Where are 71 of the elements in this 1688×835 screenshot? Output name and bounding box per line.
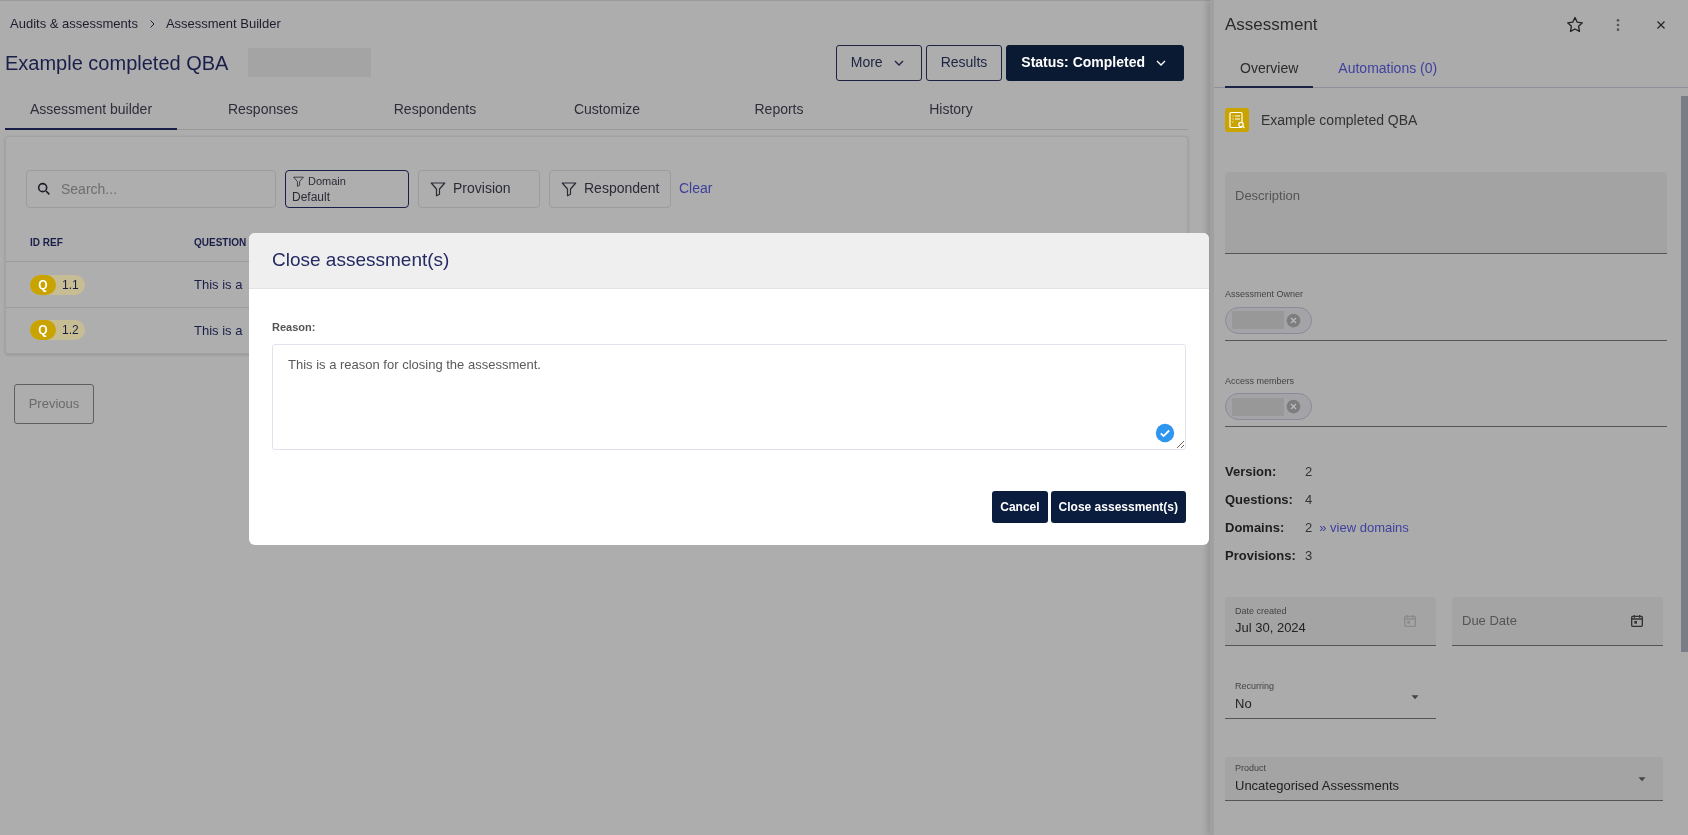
breadcrumb-link[interactable]: Assessment Builder — [165, 13, 281, 34]
remove-icon[interactable] — [1286, 312, 1301, 328]
field-label: Date created — [1235, 604, 1288, 618]
field-label: Reason: — [272, 320, 317, 335]
field-value: Jul 30, 2024 — [1235, 619, 1306, 637]
table-cell-text: This is a — [194, 321, 243, 340]
tab[interactable]: Automations (0) — [1323, 50, 1453, 88]
stat-label: Questions: — [1225, 491, 1294, 510]
member-chip[interactable] — [1225, 393, 1312, 420]
assessment-icon — [1225, 108, 1249, 132]
field-value: No — [1235, 694, 1253, 713]
redacted-block — [1232, 397, 1284, 416]
question-type-badge: Q — [30, 274, 56, 295]
results-button[interactable]: Results — [925, 44, 1003, 81]
filter-icon — [429, 179, 447, 198]
remove-icon[interactable] — [1286, 399, 1301, 414]
filter-button[interactable]: Respondent — [549, 169, 671, 208]
star-icon[interactable] — [1565, 15, 1585, 35]
filter-button[interactable]: Provision — [418, 169, 540, 208]
id-ref: 1.2 — [61, 322, 80, 340]
date-field[interactable]: Date created Jul 30, 2024 — [1225, 597, 1436, 646]
tab[interactable]: Responses — [177, 90, 349, 130]
filter-label: Domain — [308, 174, 346, 190]
clear-link[interactable]: Clear — [679, 178, 713, 199]
close-assessment-button[interactable]: Close assessment(s) — [1050, 490, 1186, 523]
filter-icon — [560, 179, 578, 198]
question-type-badge: Q — [30, 320, 56, 341]
panel-title: Assessment — [1225, 14, 1318, 37]
more-button[interactable]: More — [835, 44, 922, 81]
scrollbar[interactable] — [1681, 96, 1688, 652]
field-value: Uncategorised Assessments — [1235, 776, 1400, 795]
stat-label: Provisions: — [1225, 547, 1297, 566]
column-header: QUESTION — [194, 235, 247, 250]
member-chip[interactable] — [1225, 306, 1312, 334]
page-title: Example completed QBA — [5, 50, 229, 76]
calendar-icon[interactable] — [1629, 613, 1645, 629]
field-label: Product — [1235, 762, 1268, 775]
redacted-block — [1232, 311, 1284, 329]
field-label: Access members — [1225, 374, 1296, 388]
filter-value: Default — [292, 189, 331, 204]
status-button[interactable]: Status: Completed — [1006, 44, 1184, 81]
field-label: Recurring — [1235, 680, 1274, 693]
stat-value: 4 — [1305, 491, 1313, 510]
select-field[interactable]: Recurring No — [1225, 675, 1436, 719]
stat-value: 3 — [1305, 547, 1313, 566]
search-icon — [36, 180, 52, 197]
modal-title: Close assessment(s) — [272, 248, 450, 273]
cancel-button[interactable]: Cancel — [992, 490, 1048, 523]
tab[interactable]: Overview — [1225, 50, 1314, 88]
column-header: ID REF — [29, 235, 64, 250]
field-label: Assessment Owner — [1225, 288, 1305, 301]
tab[interactable]: Assessment builder — [5, 90, 177, 130]
tab[interactable]: Respondents — [349, 90, 521, 130]
tab[interactable]: Customize — [521, 90, 693, 130]
id-ref: 1.1 — [61, 276, 80, 294]
search-field[interactable]: Search... — [26, 169, 276, 208]
view-domains-link[interactable]: » view domains — [1319, 518, 1409, 538]
field-placeholder: Due Date — [1462, 612, 1517, 631]
tab[interactable]: Reports — [693, 90, 865, 130]
filter-icon — [292, 175, 305, 188]
select-field[interactable]: Product Uncategorised Assessments — [1225, 757, 1663, 801]
stat-label: Domains: — [1225, 519, 1286, 538]
assessment-name: Example completed QBA — [1261, 110, 1418, 130]
stat-value: 2 — [1305, 519, 1313, 538]
breadcrumb-link[interactable]: Audits & assessments — [10, 13, 138, 34]
stat-label: Version: — [1225, 463, 1278, 482]
filter-button[interactable]: Domain Default — [285, 169, 409, 208]
table-cell-text: This is a — [194, 275, 243, 294]
tab[interactable]: History — [865, 90, 1037, 130]
stat-value: 2 — [1305, 463, 1313, 482]
reason-textarea[interactable]: This is a reason for closing the assessment. — [272, 343, 1186, 450]
